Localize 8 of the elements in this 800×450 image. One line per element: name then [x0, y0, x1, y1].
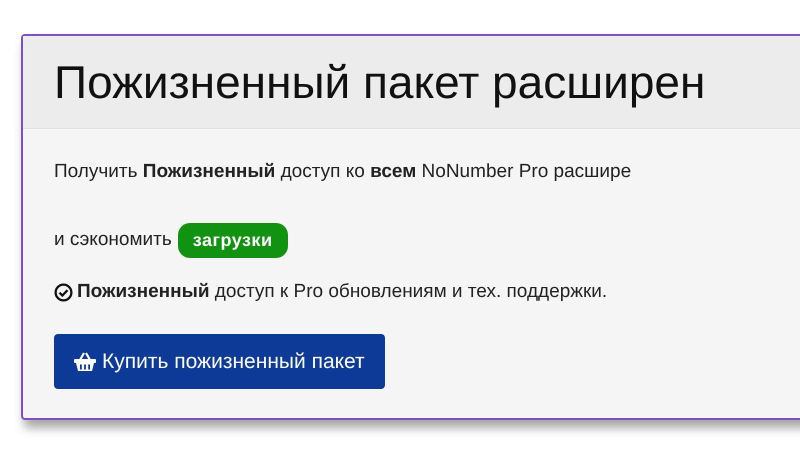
buy-button[interactable]: Купить пожизненный пакет: [54, 334, 385, 389]
badge: загрузки: [178, 222, 288, 258]
check-circle-icon: [54, 282, 73, 302]
save-text: и сэкономить: [54, 229, 172, 251]
basket-icon: [74, 352, 96, 372]
card-title: Пожизненный пакет расширен: [54, 55, 706, 109]
feature-text: Пожизненный доступ к Pro обновлениям и тех. поддержки.: [77, 281, 608, 303]
intro-text: Получить Пожизненный доступ ко всем NoNumber Pro расшире: [54, 161, 632, 184]
